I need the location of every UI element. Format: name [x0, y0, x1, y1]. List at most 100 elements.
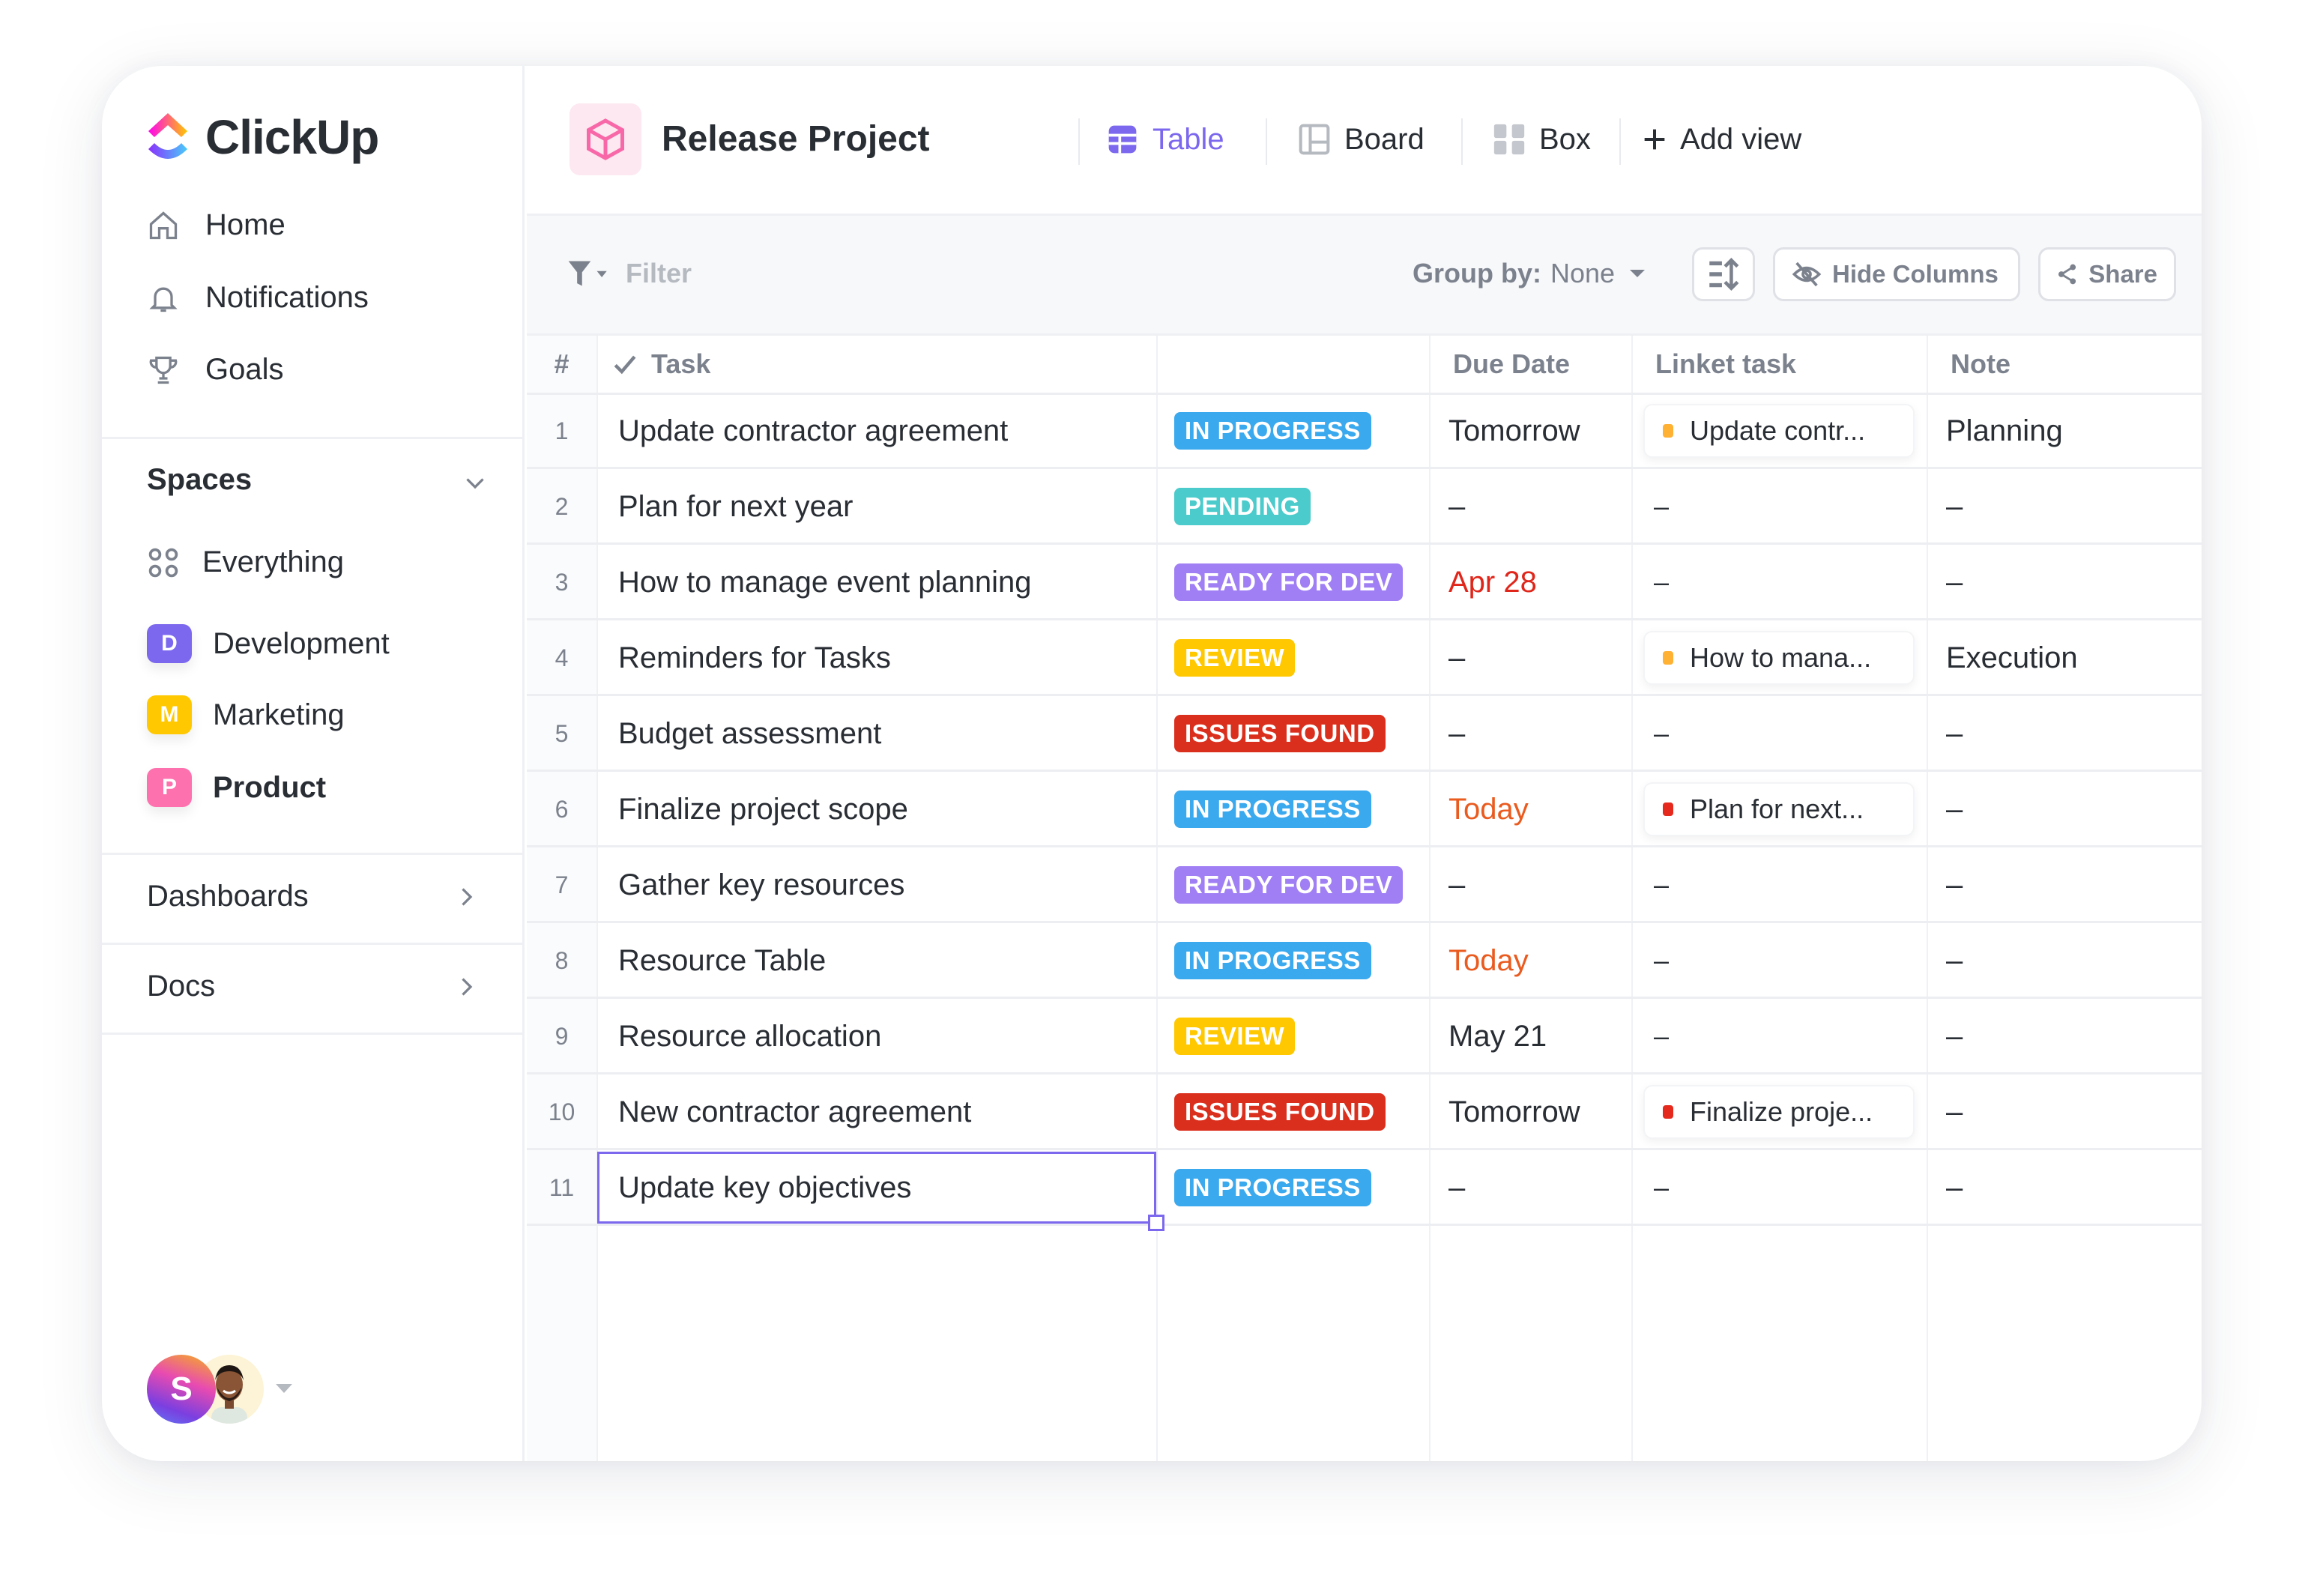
table-row[interactable]: 4 Reminders for Tasks REVIEW – How to ma… — [527, 622, 2202, 696]
status-cell[interactable]: IN PROGRESS — [1156, 773, 1429, 845]
status-badge[interactable]: REVIEW — [1174, 639, 1296, 677]
linked-task-cell[interactable]: – — [1631, 546, 1927, 618]
linked-task-cell[interactable]: – — [1631, 849, 1927, 921]
note-cell[interactable]: – — [1927, 849, 2202, 921]
status-badge[interactable]: ISSUES FOUND — [1174, 1093, 1386, 1131]
tab-board[interactable]: Board — [1298, 118, 1425, 160]
task-name-cell[interactable]: Update key objectives — [597, 1152, 1156, 1224]
table-row[interactable]: 1 Update contractor agreement IN PROGRES… — [527, 395, 2202, 469]
task-name-cell[interactable]: Plan for next year — [597, 471, 1156, 542]
note-cell[interactable]: – — [1927, 1076, 2202, 1148]
clickup-logo[interactable]: ClickUp — [147, 109, 379, 165]
table-row[interactable]: 8 Resource Table IN PROGRESS Today – – — [527, 925, 2202, 999]
status-badge[interactable]: PENDING — [1174, 488, 1311, 525]
linked-task-chip[interactable]: Update contr... — [1643, 404, 1915, 458]
due-date-cell[interactable]: Tomorrow — [1429, 1076, 1631, 1148]
due-date-cell[interactable]: Today — [1429, 773, 1631, 845]
status-badge[interactable]: REVIEW — [1174, 1018, 1296, 1055]
linked-task-chip[interactable]: Finalize proje... — [1643, 1085, 1915, 1139]
nav-dashboards[interactable]: Dashboards — [147, 880, 480, 913]
table-row[interactable]: 9 Resource allocation REVIEW May 21 – – — [527, 1000, 2202, 1074]
group-by-dropdown[interactable]: Group by: None — [1413, 258, 1646, 289]
task-name-cell[interactable]: Finalize project scope — [597, 773, 1156, 845]
due-date-cell[interactable]: May 21 — [1429, 1000, 1631, 1072]
column-header-task[interactable]: Task — [612, 336, 710, 393]
filter-button[interactable]: Filter — [567, 258, 692, 289]
status-badge[interactable]: ISSUES FOUND — [1174, 715, 1386, 752]
linked-task-cell[interactable]: – — [1631, 471, 1927, 542]
status-cell[interactable]: IN PROGRESS — [1156, 1152, 1429, 1224]
task-name-cell[interactable]: New contractor agreement — [597, 1076, 1156, 1148]
table-row[interactable]: 2 Plan for next year PENDING – – – — [527, 471, 2202, 545]
note-cell[interactable]: – — [1927, 1000, 2202, 1072]
space-product[interactable]: P Product — [147, 768, 326, 807]
due-date-cell[interactable]: Apr 28 — [1429, 546, 1631, 618]
table-row[interactable]: 5 Budget assessment ISSUES FOUND – – – — [527, 698, 2202, 772]
status-cell[interactable]: REVIEW — [1156, 622, 1429, 694]
task-name-cell[interactable]: How to manage event planning — [597, 546, 1156, 618]
column-header-due-date[interactable]: Due Date — [1453, 336, 1570, 393]
status-cell[interactable]: ISSUES FOUND — [1156, 698, 1429, 770]
linked-task-cell[interactable]: – — [1631, 698, 1927, 770]
table-row[interactable]: 7 Gather key resources READY FOR DEV – –… — [527, 849, 2202, 923]
due-date-cell[interactable]: – — [1429, 849, 1631, 921]
due-date-cell[interactable]: – — [1429, 471, 1631, 542]
table-row[interactable]: 11 Update key objectives IN PROGRESS – –… — [527, 1152, 2202, 1231]
nav-goals[interactable]: Goals — [147, 353, 284, 387]
due-date-cell[interactable]: – — [1429, 622, 1631, 694]
nav-docs[interactable]: Docs — [147, 970, 480, 1003]
linked-task-cell[interactable]: – — [1631, 925, 1927, 997]
linked-task-cell[interactable]: How to mana... — [1631, 622, 1927, 694]
status-badge[interactable]: READY FOR DEV — [1174, 563, 1404, 601]
note-cell[interactable]: – — [1927, 546, 2202, 618]
status-cell[interactable]: IN PROGRESS — [1156, 925, 1429, 997]
task-name-cell[interactable]: Resource allocation — [597, 1000, 1156, 1072]
status-cell[interactable]: PENDING — [1156, 471, 1429, 542]
linked-task-cell[interactable]: Plan for next... — [1631, 773, 1927, 845]
due-date-cell[interactable]: Tomorrow — [1429, 395, 1631, 467]
linked-task-cell[interactable]: Finalize proje... — [1631, 1076, 1927, 1148]
note-cell[interactable]: – — [1927, 773, 2202, 845]
status-cell[interactable]: ISSUES FOUND — [1156, 1076, 1429, 1148]
table-row[interactable]: 6 Finalize project scope IN PROGRESS Tod… — [527, 773, 2202, 847]
status-cell[interactable]: REVIEW — [1156, 1000, 1429, 1072]
task-name-cell[interactable]: Resource Table — [597, 925, 1156, 997]
status-badge[interactable]: IN PROGRESS — [1174, 412, 1371, 450]
tab-box[interactable]: Box — [1493, 118, 1591, 160]
note-cell[interactable]: Execution — [1927, 622, 2202, 694]
note-cell[interactable]: – — [1927, 925, 2202, 997]
space-development[interactable]: D Development — [147, 624, 390, 663]
space-marketing[interactable]: M Marketing — [147, 695, 345, 734]
linked-task-cell[interactable]: – — [1631, 1152, 1927, 1224]
linked-task-chip[interactable]: How to mana... — [1643, 631, 1915, 685]
note-cell[interactable]: – — [1927, 1152, 2202, 1224]
sort-button[interactable] — [1692, 247, 1755, 301]
due-date-cell[interactable]: – — [1429, 698, 1631, 770]
note-cell[interactable]: Planning — [1927, 395, 2202, 467]
due-date-cell[interactable]: – — [1429, 1152, 1631, 1224]
status-cell[interactable]: IN PROGRESS — [1156, 395, 1429, 467]
due-date-cell[interactable]: Today — [1429, 925, 1631, 997]
status-cell[interactable]: READY FOR DEV — [1156, 849, 1429, 921]
status-badge[interactable]: IN PROGRESS — [1174, 1169, 1371, 1206]
task-name-cell[interactable]: Gather key resources — [597, 849, 1156, 921]
nav-notifications[interactable]: Notifications — [147, 281, 369, 315]
task-name-cell[interactable]: Budget assessment — [597, 698, 1156, 770]
tab-table[interactable]: Table — [1106, 118, 1224, 160]
linked-task-chip[interactable]: Plan for next... — [1643, 782, 1915, 836]
add-view-button[interactable]: Add view — [1643, 118, 1801, 160]
table-row[interactable]: 3 How to manage event planning READY FOR… — [527, 546, 2202, 620]
user-menu[interactable]: S — [147, 1355, 292, 1424]
status-cell[interactable]: READY FOR DEV — [1156, 546, 1429, 618]
chevron-down-icon[interactable] — [462, 469, 489, 496]
resize-handle[interactable] — [1148, 1215, 1164, 1231]
task-name-cell[interactable]: Update contractor agreement — [597, 395, 1156, 467]
column-header-note[interactable]: Note — [1951, 336, 2011, 393]
share-button[interactable]: Share — [2038, 247, 2176, 301]
linked-task-cell[interactable]: Update contr... — [1631, 395, 1927, 467]
task-name-cell[interactable]: Reminders for Tasks — [597, 622, 1156, 694]
note-cell[interactable]: – — [1927, 471, 2202, 542]
space-everything[interactable]: Everything — [147, 545, 344, 579]
status-badge[interactable]: IN PROGRESS — [1174, 942, 1371, 979]
nav-home[interactable]: Home — [147, 208, 286, 242]
